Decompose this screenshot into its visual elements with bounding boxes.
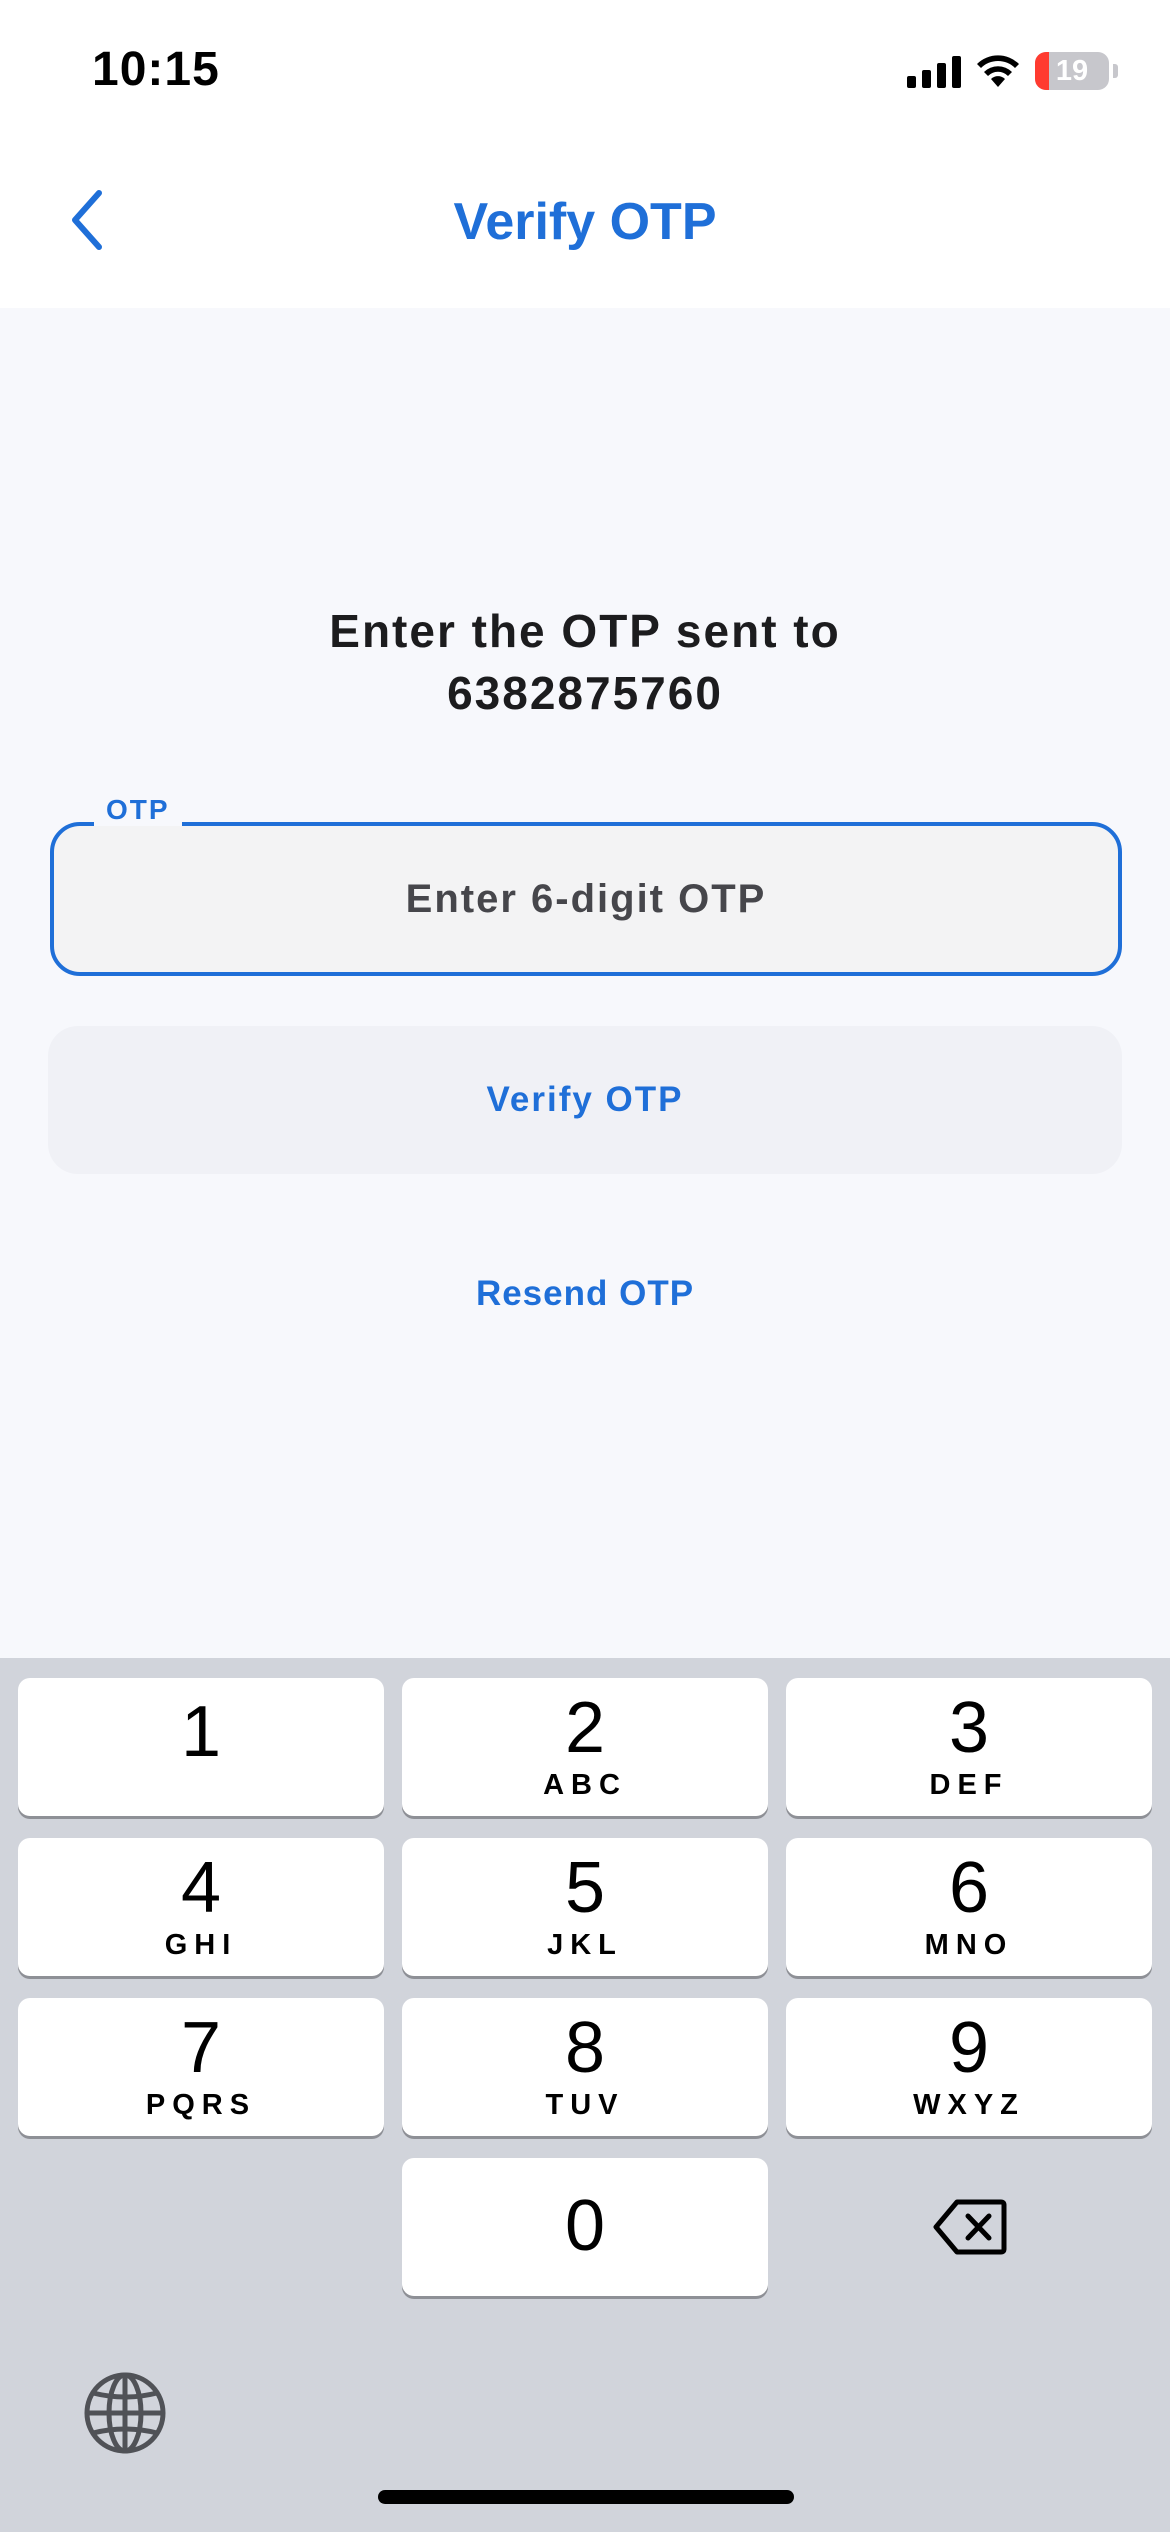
key-letters: JKL: [547, 1929, 623, 1961]
verify-otp-button[interactable]: Verify OTP: [48, 1026, 1122, 1174]
key-digit: 0: [564, 2186, 606, 2266]
key-letters: DEF: [929, 1769, 1009, 1801]
key-letters: MNO: [924, 1929, 1014, 1961]
battery-level: 19: [1055, 55, 1089, 87]
key-5[interactable]: 5 JKL: [402, 1838, 768, 1976]
key-digit: 8: [564, 2008, 606, 2088]
status-icons: 19: [907, 52, 1118, 90]
wifi-icon: [977, 55, 1019, 87]
globe-icon: [84, 2372, 166, 2454]
key-digit: 2: [564, 1688, 606, 1768]
home-indicator: [378, 2490, 794, 2504]
key-3[interactable]: 3 DEF: [786, 1678, 1152, 1816]
prompt-text: Enter the OTP sent to: [329, 605, 841, 657]
key-letters: WXYZ: [913, 2089, 1025, 2121]
key-letters: ABC: [543, 1769, 627, 1801]
nav-bar: Verify OTP: [0, 140, 1170, 308]
key-digit: 6: [948, 1848, 990, 1928]
otp-input[interactable]: [54, 826, 1118, 972]
status-bar: 10:15 19: [0, 0, 1170, 140]
otp-prompt: Enter the OTP sent to 6382875760: [0, 600, 1170, 724]
page-title: Verify OTP: [453, 193, 717, 251]
phone-number: 6382875760: [447, 667, 723, 719]
key-letters: GHI: [164, 1929, 238, 1961]
globe-key[interactable]: [80, 2368, 170, 2458]
key-8[interactable]: 8 TUV: [402, 1998, 768, 2136]
key-0[interactable]: 0: [402, 2158, 768, 2296]
cellular-signal-icon: [907, 54, 961, 88]
key-7[interactable]: 7 PQRS: [18, 1998, 384, 2136]
backspace-icon: [933, 2199, 1007, 2255]
key-4[interactable]: 4 GHI: [18, 1838, 384, 1976]
key-letters: TUV: [545, 2089, 625, 2121]
key-digit: 1: [180, 1692, 222, 1772]
key-digit: 4: [180, 1848, 222, 1928]
key-digit: 3: [948, 1688, 990, 1768]
key-1[interactable]: 1: [18, 1678, 384, 1816]
key-6[interactable]: 6 MNO: [786, 1838, 1152, 1976]
key-digit: 7: [180, 2008, 222, 2088]
key-digit: 9: [948, 2008, 990, 2088]
battery-cap: [1113, 64, 1118, 78]
delete-key[interactable]: [787, 2158, 1153, 2296]
resend-otp-link[interactable]: Resend OTP: [0, 1274, 1170, 1314]
otp-field[interactable]: OTP: [50, 794, 1122, 976]
key-9[interactable]: 9 WXYZ: [786, 1998, 1152, 2136]
key-digit: 5: [564, 1848, 606, 1928]
battery-icon: 19: [1035, 52, 1109, 90]
key-letters: PQRS: [145, 2089, 257, 2121]
otp-field-label: OTP: [94, 794, 182, 826]
key-2[interactable]: 2 ABC: [402, 1678, 768, 1816]
status-time: 10:15: [92, 43, 220, 96]
